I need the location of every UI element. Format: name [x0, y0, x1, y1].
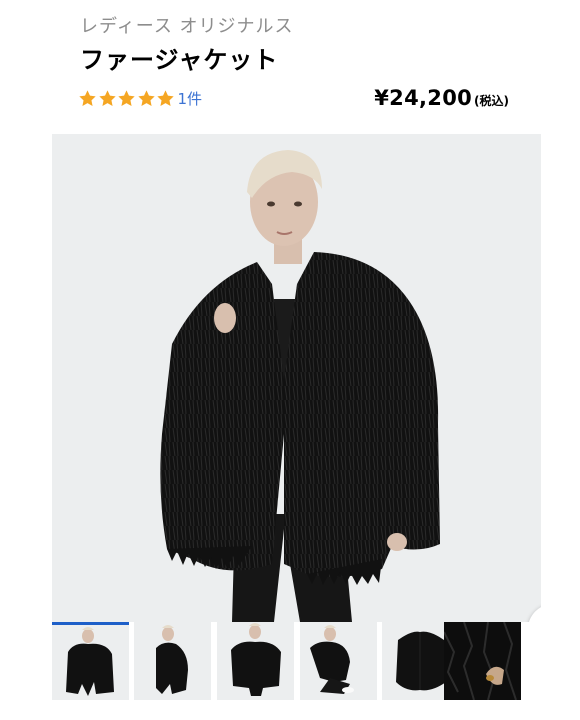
product-price: ¥24,200 (税込): [374, 86, 509, 110]
star-icon: [156, 89, 175, 108]
thumbnail-strip[interactable]: [52, 622, 542, 702]
product-rating[interactable]: 1件: [78, 88, 202, 109]
star-icon: [78, 89, 97, 108]
star-icon: [98, 89, 117, 108]
price-tax-note: (税込): [474, 94, 509, 108]
star-icon: [137, 89, 156, 108]
star-icon: [117, 89, 136, 108]
product-main-image: [52, 134, 541, 622]
thumbnail-image: [134, 622, 211, 700]
thumbnail-image: [444, 622, 521, 700]
product-title: ファージャケット: [80, 46, 279, 74]
thumbnail-3[interactable]: [217, 622, 294, 700]
thumbnail-4[interactable]: [300, 622, 377, 700]
thumbnail-image: [300, 622, 377, 700]
product-image-gallery[interactable]: [52, 134, 541, 622]
review-count-link[interactable]: 1件: [178, 88, 203, 109]
thumbnail-2[interactable]: [134, 622, 211, 700]
thumbnail-6[interactable]: [444, 622, 521, 700]
thumbnail-image: [52, 622, 129, 700]
price-value: ¥24,200: [374, 86, 473, 110]
thumbnail-image: [217, 622, 294, 700]
thumbnail-1[interactable]: [52, 622, 129, 700]
rating-stars: [78, 89, 176, 108]
product-category: レディース オリジナルス: [80, 16, 294, 37]
